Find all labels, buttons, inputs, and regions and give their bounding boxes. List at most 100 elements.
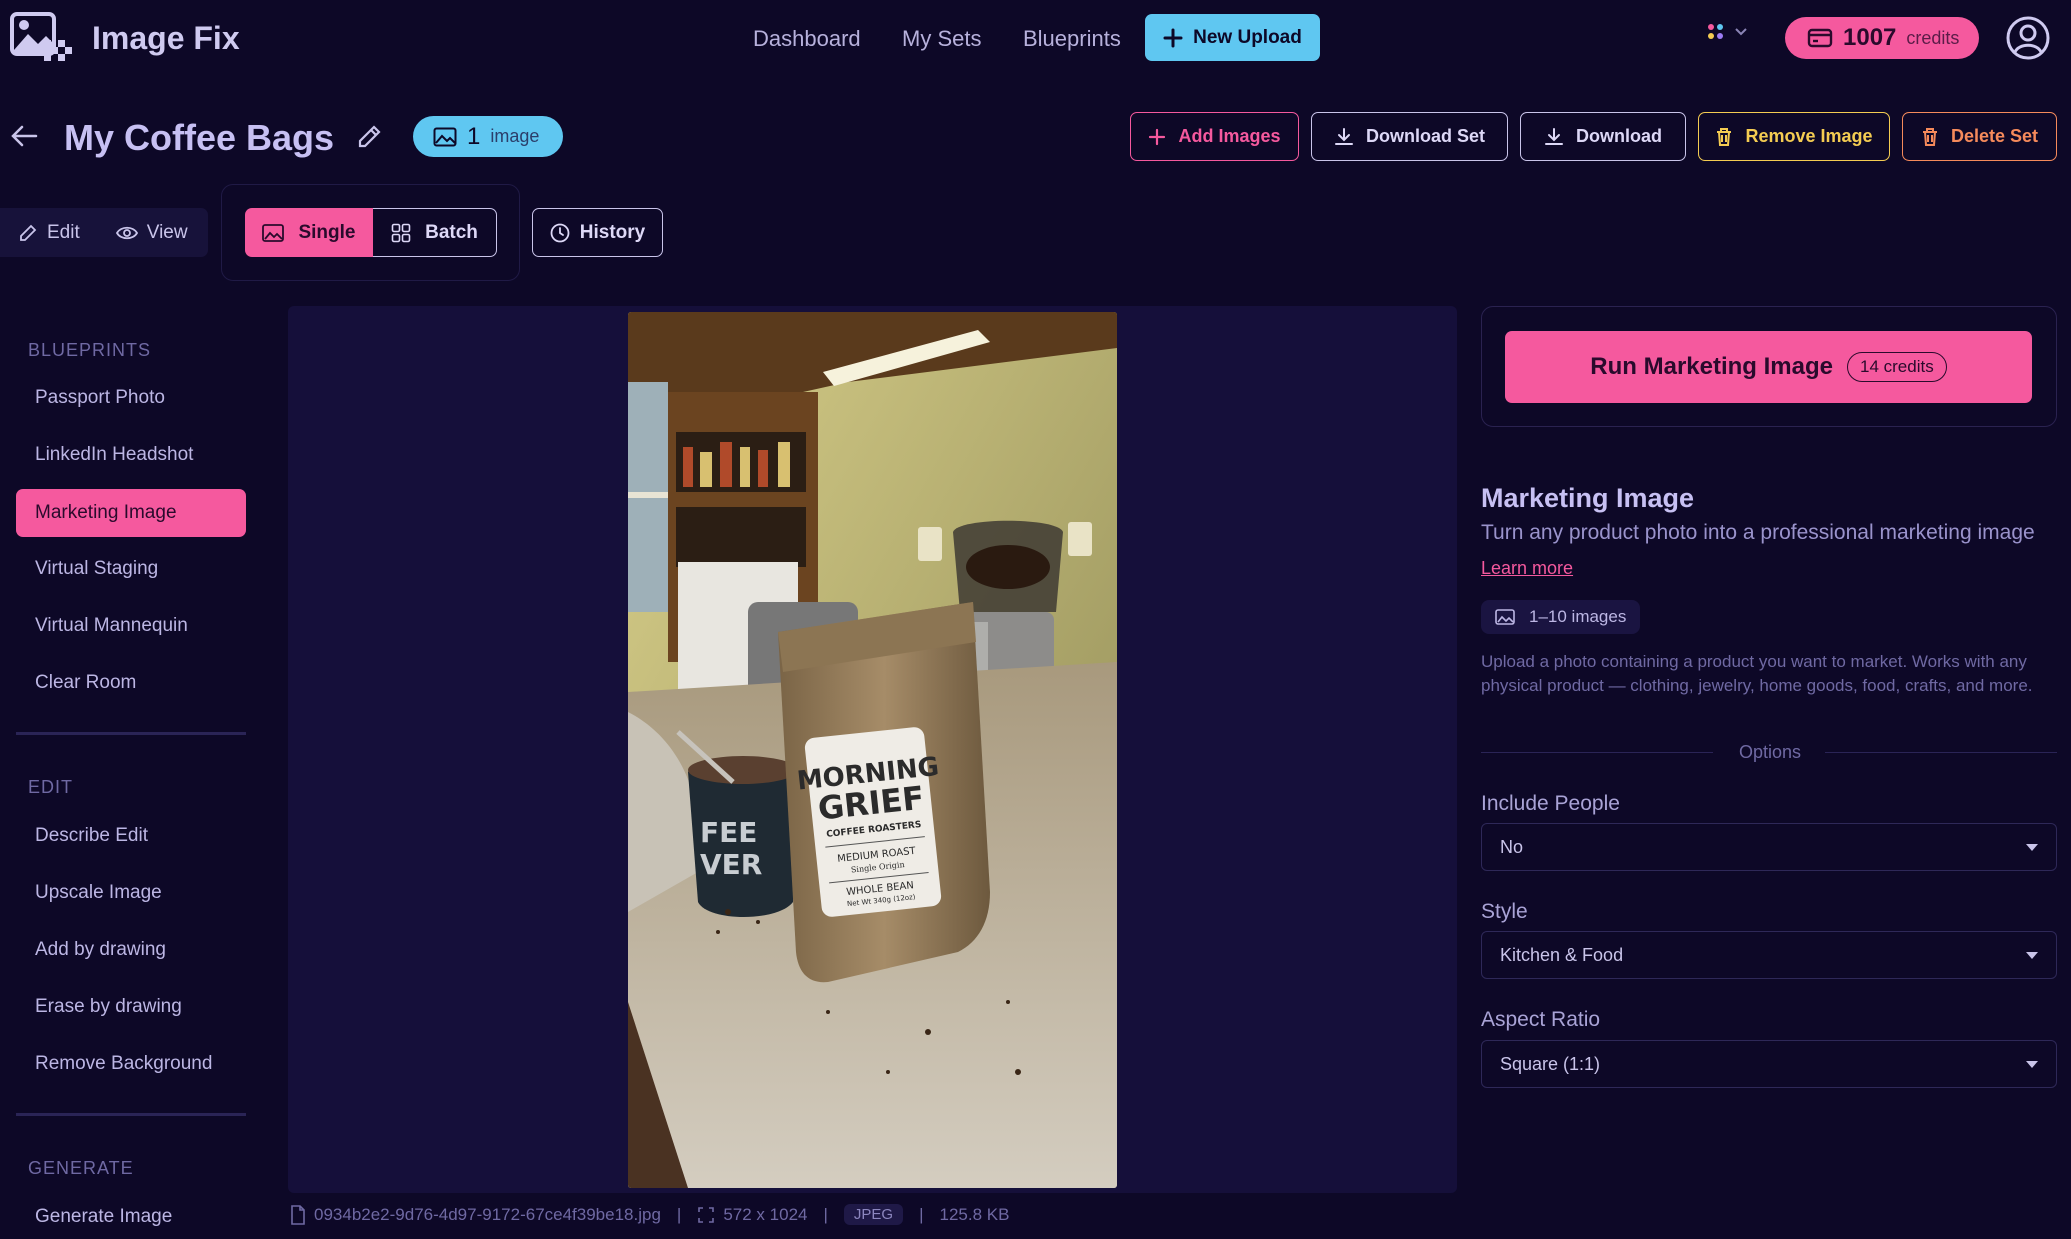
grid-icon [391,223,411,242]
options-label: Options [1738,742,1802,762]
pencil-icon[interactable] [356,122,384,150]
nav-dashboard[interactable]: Dashboard [753,26,861,52]
file-name: 0934b2e2-9d76-4d97-9172-67ce4f39be18.jpg [314,1204,661,1224]
style-label: Style [1481,900,1528,923]
sidebar-item-virtual-mannequin[interactable]: Virtual Mannequin [16,602,246,650]
sidebar-heading-edit: EDIT [28,777,74,797]
credits-pill[interactable]: 1007 credits [1785,17,1979,59]
history-label: History [579,221,646,243]
edit-view-toggle: Edit View [0,208,208,257]
theme-menu-button[interactable] [1708,24,1748,40]
delete-set-button[interactable]: Delete Set [1902,112,2057,161]
sidebar-item-virtual-staging[interactable]: Virtual Staging [16,545,246,593]
add-images-button[interactable]: Add Images [1130,112,1299,161]
learn-more-link[interactable]: Learn more [1481,558,1573,579]
sidebar-heading-generate: GENERATE [28,1158,134,1178]
style-select[interactable]: Kitchen & Food [1481,931,2057,979]
image-range-badge: 1–10 images [1481,600,1641,634]
run-label: Run Marketing Image [1590,353,1833,380]
options-divider-right [1825,752,2057,753]
edit-mode-label: Edit [47,221,80,243]
options-divider-left [1481,752,1713,753]
image-range-label: 1–10 images [1529,607,1627,626]
file-size: 125.8 KB [939,1204,1010,1224]
credits-label: credits [1906,27,1960,48]
expand-icon [698,1206,715,1223]
caret-down-icon [2026,843,2038,851]
include-people-select[interactable]: No [1481,823,2057,871]
sidebar-item-generate-image[interactable]: Generate Image [16,1193,246,1239]
image-count-badge: 1 image [413,116,563,157]
image-count-unit: image [490,126,540,146]
remove-image-button[interactable]: Remove Image [1698,112,1890,161]
mug-text-1: FEE [700,816,757,849]
batch-mode-label: Batch [425,221,478,243]
sidebar-heading-blueprints: BLUEPRINTS [28,340,152,360]
sidebar-item-erase-by-drawing[interactable]: Erase by drawing [16,983,246,1031]
sidebar-item-add-by-drawing[interactable]: Add by drawing [16,926,246,974]
file-info-bar: 0934b2e2-9d76-4d97-9172-67ce4f39be18.jpg… [290,1204,1009,1225]
blueprint-subtitle: Turn any product photo into a profession… [1481,521,2035,544]
sidebar-item-describe-edit[interactable]: Describe Edit [16,812,246,860]
new-upload-label: New Upload [1193,26,1302,48]
pencil-icon [20,224,37,241]
new-upload-button[interactable]: New Upload [1145,14,1320,61]
clock-icon [550,223,570,242]
logo-icon[interactable] [10,12,72,64]
single-mode-button[interactable]: Single [245,208,373,257]
image-icon [262,223,285,242]
coffee-bag-photo: FEE VER MORNING GRIEF COFFEE ROASTERS ME… [628,312,1117,1188]
edit-mode-button[interactable]: Edit [0,208,98,257]
image-icon [1495,609,1515,625]
chevron-down-icon [1735,28,1747,36]
separator: | [823,1204,828,1224]
download-set-label: Download Set [1365,126,1485,146]
page-title: My Coffee Bags [64,117,335,158]
download-icon [1545,127,1563,145]
download-button[interactable]: Download [1520,112,1686,161]
aspect-ratio-value: Square (1:1) [1500,1053,1601,1074]
separator: | [676,1204,682,1224]
download-set-button[interactable]: Download Set [1311,112,1508,161]
plus-icon [1149,128,1166,145]
run-blueprint-button[interactable]: Run Marketing Image 14 credits [1505,331,2032,403]
aspect-ratio-select[interactable]: Square (1:1) [1481,1040,2057,1088]
eye-icon [115,226,138,239]
view-mode-label: View [146,221,188,243]
user-icon[interactable] [2006,16,2050,60]
download-label: Download [1576,126,1662,146]
image-icon [433,127,457,146]
file-dimensions: 572 x 1024 [723,1204,808,1224]
remove-image-label: Remove Image [1745,126,1873,146]
sidebar-item-linkedin-headshot[interactable]: LinkedIn Headshot [16,431,246,479]
arrow-left-icon[interactable] [10,124,38,148]
nav-my-sets[interactable]: My Sets [902,26,981,52]
aspect-ratio-label: Aspect Ratio [1481,1008,1601,1031]
history-button[interactable]: History [532,208,663,257]
run-cost-badge: 14 credits [1847,352,1947,382]
single-mode-label: Single [298,221,356,243]
sidebar-divider [16,1113,246,1116]
top-bar: Image Fix Dashboard My Sets Blueprints N… [0,0,2071,80]
product-photo[interactable]: FEE VER MORNING GRIEF COFFEE ROASTERS ME… [628,312,1117,1188]
mug-text-2: VER [700,848,762,881]
sidebar-item-passport-photo[interactable]: Passport Photo [16,374,246,422]
credits-value: 1007 [1843,24,1897,51]
trash-icon [1922,127,1937,146]
sidebar-item-clear-room[interactable]: Clear Room [16,659,246,707]
view-mode-button[interactable]: View [98,208,206,257]
nav-blueprints[interactable]: Blueprints [1023,26,1121,52]
file-format-badge: JPEG [843,1204,904,1225]
batch-mode-button[interactable]: Batch [373,208,497,257]
caret-down-icon [2026,951,2038,959]
caret-down-icon [2026,1060,2038,1068]
style-value: Kitchen & Food [1500,944,1624,965]
trash-icon [1717,127,1732,146]
image-count-value: 1 [467,122,481,150]
sidebar-item-upscale-image[interactable]: Upscale Image [16,869,246,917]
sidebar-item-marketing-image[interactable]: Marketing Image [16,489,246,537]
app-title[interactable]: Image Fix [92,20,240,57]
blueprint-description: Upload a photo containing a product you … [1481,652,2033,695]
sidebar-item-remove-background[interactable]: Remove Background [16,1040,246,1088]
include-people-value: No [1500,836,1524,857]
